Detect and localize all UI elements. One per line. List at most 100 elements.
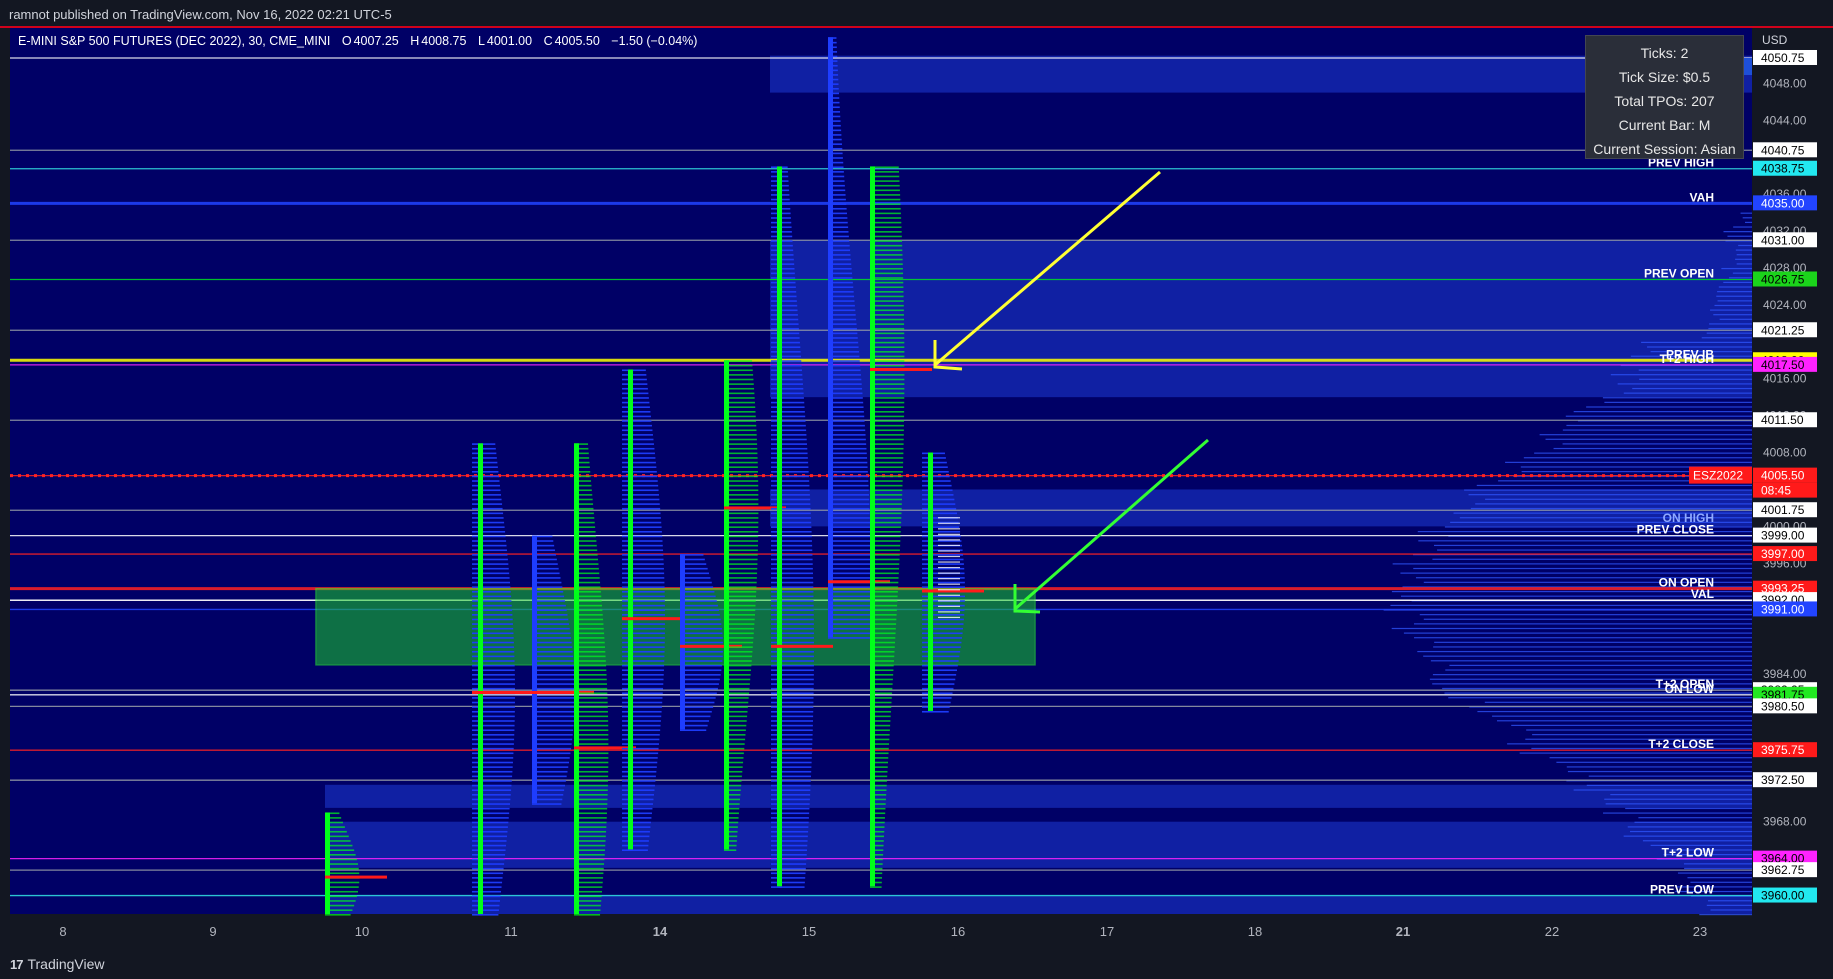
- tpo-row: [771, 351, 801, 353]
- tpo-row: [325, 868, 359, 870]
- y-tick-label: 3984.00: [1763, 667, 1807, 681]
- tpo-row: [771, 489, 810, 491]
- tpo-row: [771, 513, 811, 515]
- tpo-row: [870, 333, 904, 335]
- tpo-row: [622, 840, 649, 842]
- tpo-row: [472, 596, 511, 598]
- tpo-row: [680, 633, 722, 635]
- tpo-row: [922, 656, 959, 658]
- profile-bar: [1417, 651, 1752, 652]
- tpo-row: [574, 711, 608, 713]
- tpo-row: [325, 914, 351, 916]
- tpo-row: [325, 886, 359, 888]
- tpo-row: [472, 799, 510, 801]
- tpo-row: [771, 342, 800, 344]
- tpo-row: [771, 872, 806, 874]
- tpo-row: [771, 397, 804, 399]
- tpo-row: [771, 508, 811, 510]
- tpo-row: [922, 683, 954, 685]
- tpo-row: [724, 554, 758, 556]
- tpo-row: [532, 637, 571, 639]
- tpo-row: [724, 499, 758, 501]
- profile-bar: [1632, 388, 1752, 389]
- tpo-row: [622, 503, 660, 505]
- tpo-row: [472, 568, 509, 570]
- tpo-row: [724, 494, 758, 496]
- tpo-row: [472, 489, 500, 491]
- tpo-row: [828, 609, 871, 611]
- tpo-letter-row: [938, 561, 960, 562]
- tpo-row: [870, 453, 903, 455]
- tpo-row: [532, 752, 570, 754]
- tpo-row: [771, 425, 806, 427]
- tpo-row: [472, 600, 511, 602]
- tradingview-brand[interactable]: 17 TradingView: [10, 956, 105, 972]
- tpo-row: [472, 526, 505, 528]
- profile-bar: [1586, 406, 1752, 407]
- profile-bar: [1431, 660, 1752, 661]
- tpo-row: [724, 485, 758, 487]
- profile-bar: [1587, 785, 1752, 786]
- x-tick-label: 16: [951, 924, 965, 939]
- tpo-row: [574, 803, 607, 805]
- tpo-row: [771, 462, 808, 464]
- tpo-letter-row: [938, 539, 960, 540]
- tpo-row: [622, 725, 661, 727]
- profile-bar: [1745, 222, 1752, 223]
- tpo-chart[interactable]: 4048.004044.004036.004032.004028.004024.…: [0, 0, 1833, 979]
- tpo-row: [771, 859, 806, 861]
- tpo-row: [532, 660, 574, 662]
- profile-bar: [1566, 425, 1752, 426]
- tpo-row: [472, 577, 510, 579]
- tpo-row: [532, 702, 575, 704]
- price-tag-text: 3997.00: [1761, 547, 1805, 561]
- tpo-row: [622, 812, 652, 814]
- profile-bar: [1738, 245, 1752, 246]
- poc-marker: [771, 645, 833, 648]
- tpo-row: [472, 453, 496, 455]
- y-tick-label: 4016.00: [1763, 372, 1807, 386]
- profile-bar: [1603, 397, 1752, 398]
- tpo-row: [922, 646, 961, 648]
- tpo-row: [870, 296, 904, 298]
- tpo-row: [771, 250, 793, 252]
- profile-bar: [1713, 314, 1752, 315]
- profile-bar: [1418, 540, 1752, 541]
- profile-bar: [1603, 812, 1752, 813]
- tpo-row: [574, 697, 608, 699]
- tpo-row: [680, 637, 723, 639]
- tpo-row: [325, 882, 359, 884]
- tpo-letter-row: [938, 545, 960, 546]
- tpo-row: [472, 554, 507, 556]
- tpo-row: [622, 383, 647, 385]
- profile-bar: [1643, 840, 1752, 841]
- tpo-row: [574, 739, 608, 741]
- tpo-row: [622, 369, 646, 371]
- tpo-row: [532, 656, 573, 658]
- tpo-spine: [828, 37, 833, 637]
- tpo-row: [922, 480, 951, 482]
- tpo-row: [828, 471, 868, 473]
- price-tag-text: 3975.75: [1761, 743, 1805, 757]
- tpo-row: [622, 457, 655, 459]
- tpo-row: [771, 812, 809, 814]
- price-tag-text: 4035.00: [1761, 196, 1805, 210]
- tpo-row: [472, 457, 497, 459]
- tpo-row: [922, 457, 946, 459]
- tpo-row: [771, 886, 805, 888]
- tpo-spine: [680, 554, 685, 729]
- tpo-spine: [628, 369, 633, 849]
- symbol-name[interactable]: E-MINI S&P 500 FUTURES (DEC 2022), 30, C…: [18, 34, 330, 48]
- tpo-row: [771, 277, 795, 279]
- profile-bar: [1733, 273, 1752, 274]
- tpo-letter-row: [938, 523, 960, 524]
- tpo-row: [622, 453, 655, 455]
- tpo-row: [771, 434, 806, 436]
- currency-label[interactable]: USD: [1762, 33, 1787, 47]
- tpo-row: [870, 402, 904, 404]
- profile-bar: [1445, 669, 1752, 670]
- tpo-letter-row: [938, 600, 960, 601]
- tpo-spine: [928, 453, 933, 711]
- tpo-row: [622, 743, 659, 745]
- tpo-row: [771, 388, 803, 390]
